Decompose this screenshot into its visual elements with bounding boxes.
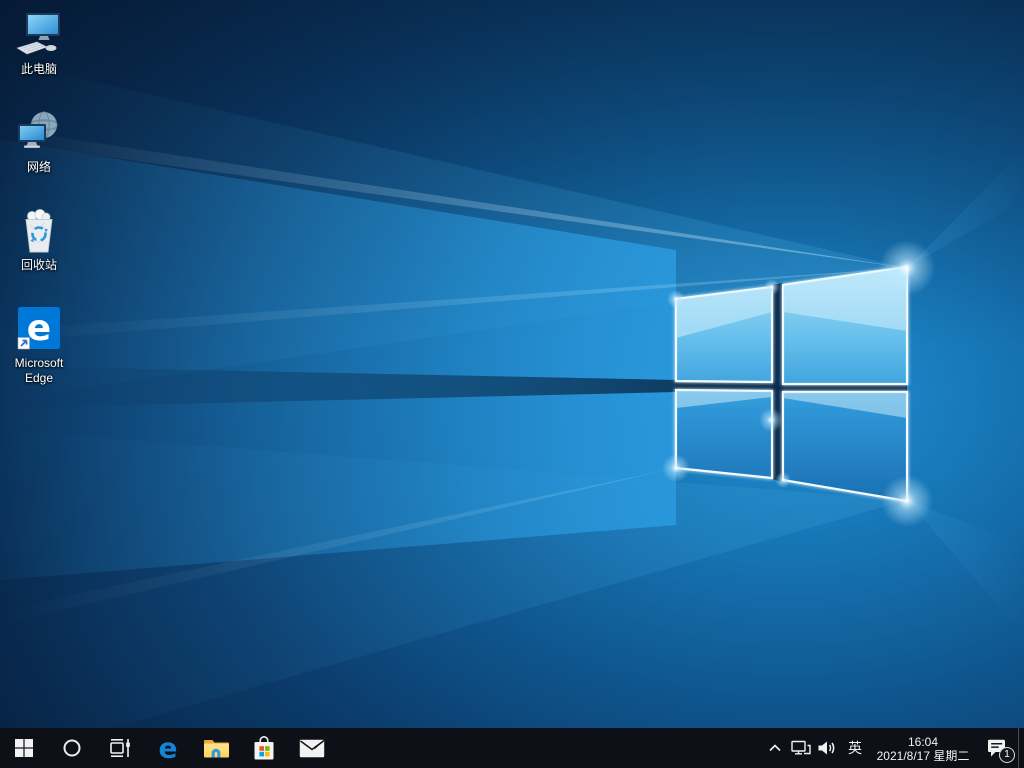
clock[interactable]: 16:04 2021/8/17 星期二 — [870, 728, 976, 768]
desktop-wallpaper: 此电脑 网络 回收站 e Microsoft Edge — [0, 0, 1024, 768]
taskbar-mail-button[interactable] — [288, 728, 336, 768]
svg-text:e: e — [27, 308, 51, 349]
cortana-search-button[interactable] — [48, 728, 96, 768]
taskbar: e 英 16:04 2021/8/17 星期二 1 — [0, 728, 1024, 768]
desktop-icon-label: 网络 — [26, 160, 51, 174]
desktop-icon-network[interactable]: 网络 — [1, 106, 77, 175]
ime-indicator[interactable]: 英 — [840, 728, 870, 768]
taskbar-file-explorer-button[interactable] — [192, 728, 240, 768]
tray-expand-button[interactable] — [762, 728, 788, 768]
file-explorer-icon — [204, 740, 229, 758]
desktop-icon-label: 此电脑 — [20, 62, 57, 76]
volume-tray-button[interactable] — [814, 728, 840, 768]
this-pc-icon — [1, 8, 77, 60]
microsoft-store-icon — [254, 735, 274, 759]
clock-time: 16:04 — [907, 734, 939, 749]
recycle-bin-icon — [1, 204, 77, 256]
chevron-up-icon — [769, 744, 781, 752]
show-desktop-button[interactable] — [1018, 728, 1024, 768]
microsoft-edge-icon: e — [1, 302, 77, 354]
network-tray-button[interactable] — [788, 728, 814, 768]
taskbar-left: e — [0, 728, 336, 768]
edge-icon: e — [159, 734, 178, 762]
windows-hero-logo — [0, 60, 1024, 760]
desktop-icon-microsoft-edge[interactable]: e Microsoft Edge — [1, 302, 77, 386]
network-icon — [1, 106, 77, 158]
light-beam — [907, 500, 1024, 635]
task-view-icon — [110, 739, 130, 757]
task-view-button[interactable] — [96, 728, 144, 768]
start-button[interactable] — [0, 728, 48, 768]
cortana-circle-icon — [63, 739, 81, 757]
desktop-icon-this-pc[interactable]: 此电脑 — [1, 8, 77, 77]
desktop-icon-label: 回收站 — [20, 258, 57, 272]
desktop-icon-label: Microsoft Edge — [14, 356, 64, 385]
ethernet-network-icon — [791, 740, 811, 754]
taskbar-store-button[interactable] — [240, 728, 288, 768]
taskbar-edge-button[interactable]: e — [144, 728, 192, 768]
notification-badge: 1 — [999, 747, 1015, 763]
start-icon — [15, 739, 33, 757]
clock-date: 2021/8/17 星期二 — [876, 748, 970, 763]
system-tray: 英 16:04 2021/8/17 星期二 1 — [762, 728, 1024, 768]
action-center-button[interactable]: 1 — [976, 728, 1018, 768]
desktop-icon-recycle-bin[interactable]: 回收站 — [1, 204, 77, 273]
speaker-icon — [818, 741, 835, 755]
logo-gap-vertical — [772, 283, 783, 482]
svg-text:e: e — [159, 734, 178, 762]
mail-icon — [299, 739, 325, 757]
logo-gap-horizontal — [783, 384, 907, 392]
